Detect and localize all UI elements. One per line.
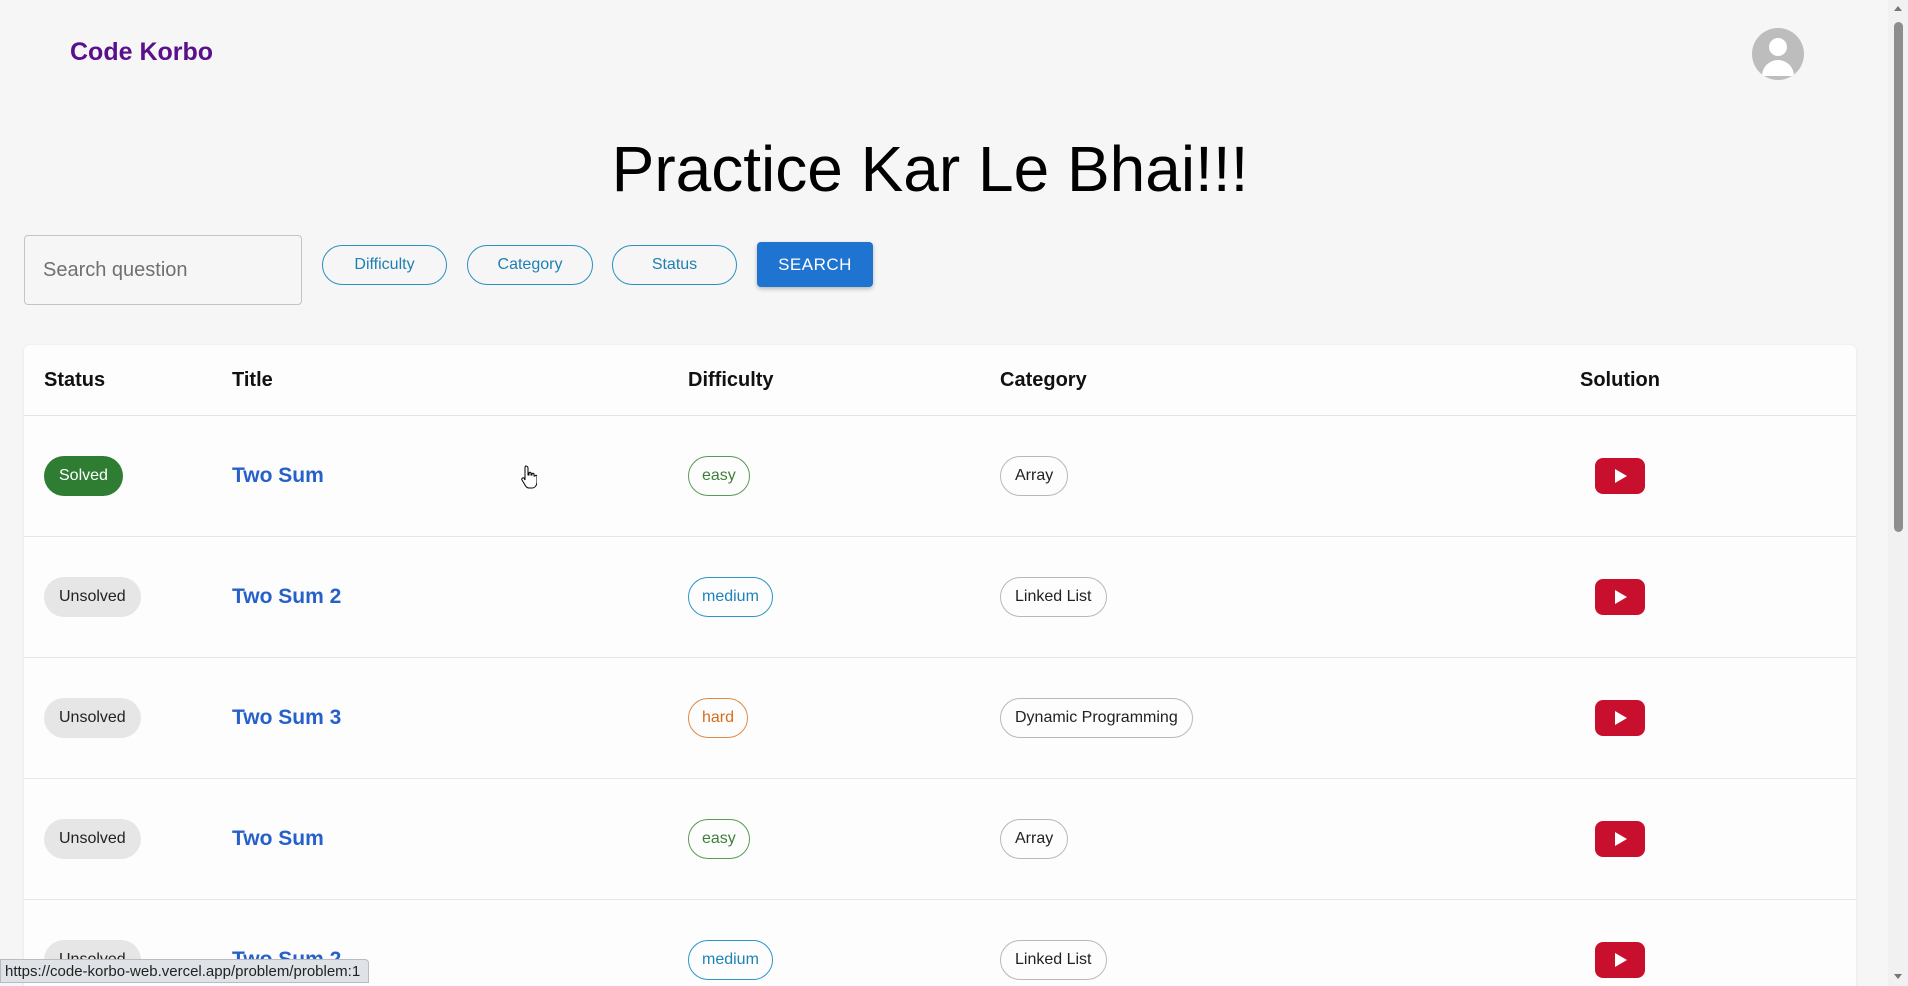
hand-cursor-icon (521, 465, 537, 489)
table-row: Unsolved Two Sum 2 medium Linked List (24, 537, 1856, 658)
status-badge: Solved (44, 456, 123, 496)
page-title: Practice Kar Le Bhai!!! (611, 133, 1249, 205)
status-badge: Unsolved (44, 577, 141, 617)
table-row: Unsolved Two Sum 3 hard Dynamic Programm… (24, 658, 1856, 779)
table-header-row: Status Title Difficulty Category Solutio… (24, 345, 1856, 416)
category-badge: Array (1000, 456, 1069, 496)
header-difficulty: Difficulty (688, 369, 774, 391)
youtube-play-icon[interactable] (1595, 942, 1645, 978)
difficulty-badge: easy (688, 456, 750, 496)
status-filter-button[interactable]: Status (612, 245, 737, 285)
play-triangle (1615, 711, 1627, 725)
difficulty-filter-button[interactable]: Difficulty (322, 245, 447, 285)
status-bar-url: https://code-korbo-web.vercel.app/proble… (0, 959, 370, 983)
brand-logo[interactable]: Code Korbo (70, 38, 213, 67)
table-row: Solved Two Sum easy Array (24, 416, 1856, 537)
header-category: Category (1000, 369, 1087, 391)
difficulty-badge: medium (688, 577, 773, 617)
youtube-play-icon[interactable] (1595, 579, 1645, 615)
play-triangle (1615, 832, 1627, 846)
status-badge: Unsolved (44, 698, 141, 738)
category-badge: Array (1000, 819, 1069, 859)
problem-title-link[interactable]: Two Sum 2 (232, 585, 341, 609)
table-row: Unsolved Two Sum easy Array (24, 779, 1856, 900)
difficulty-badge: easy (688, 819, 750, 859)
play-triangle (1615, 469, 1627, 483)
difficulty-badge: medium (688, 940, 773, 980)
header-status: Status (44, 369, 106, 391)
youtube-play-icon[interactable] (1595, 458, 1645, 494)
header-solution: Solution (1580, 369, 1660, 391)
problem-title-link[interactable]: Two Sum (232, 464, 324, 488)
problem-title-link[interactable]: Two Sum 3 (232, 706, 341, 730)
category-badge: Linked List (1000, 577, 1107, 617)
play-triangle (1615, 590, 1627, 604)
scroll-up-icon[interactable] (1894, 6, 1902, 11)
youtube-play-icon[interactable] (1595, 700, 1645, 736)
difficulty-badge: hard (688, 698, 749, 738)
youtube-play-icon[interactable] (1595, 821, 1645, 857)
problems-table: Status Title Difficulty Category Solutio… (24, 345, 1856, 986)
category-badge: Linked List (1000, 940, 1107, 980)
status-badge: Unsolved (44, 819, 141, 859)
category-badge: Dynamic Programming (1000, 698, 1193, 738)
account-circle-icon[interactable] (1752, 28, 1804, 80)
avatar-head (1769, 38, 1787, 56)
header-title: Title (232, 369, 273, 391)
search-button[interactable]: SEARCH (757, 242, 873, 287)
avatar-body (1762, 60, 1794, 76)
scrollbar-thumb[interactable] (1894, 22, 1903, 532)
scroll-down-icon[interactable] (1894, 974, 1902, 979)
play-triangle (1615, 953, 1627, 967)
vertical-scrollbar[interactable] (1888, 0, 1908, 986)
problem-title-link[interactable]: Two Sum (232, 827, 324, 851)
search-input[interactable] (24, 235, 302, 305)
category-filter-button[interactable]: Category (467, 245, 593, 285)
